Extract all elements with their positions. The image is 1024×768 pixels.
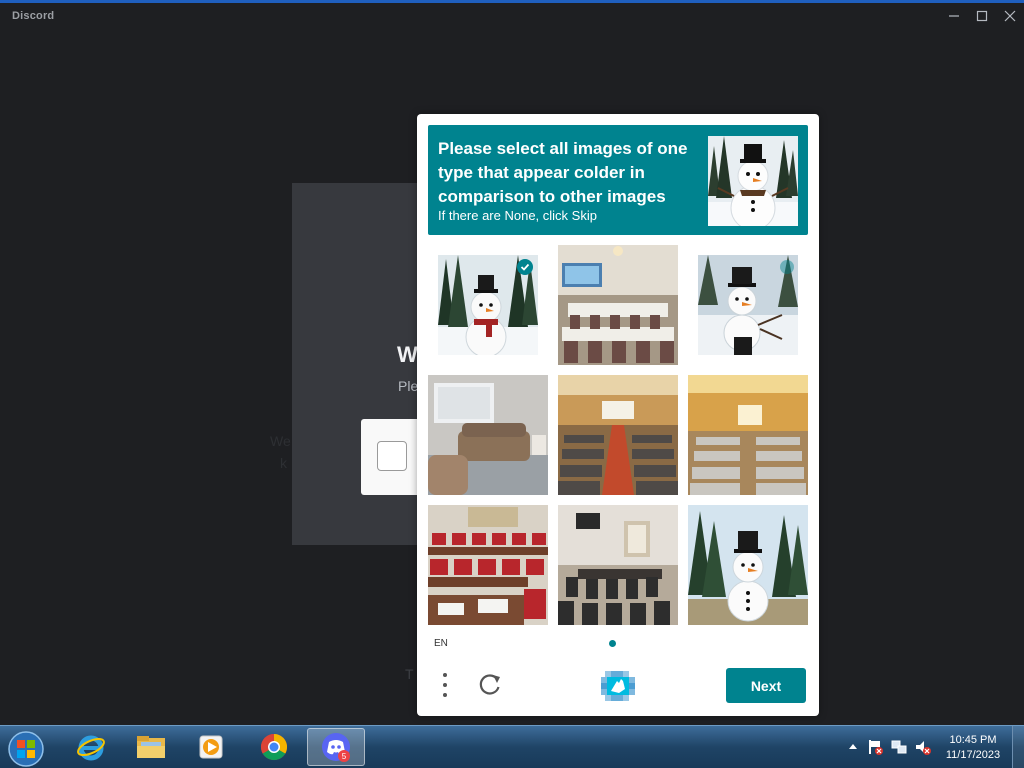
prompt-example-image [708, 136, 798, 226]
conference-hall-image [558, 375, 678, 495]
action-center-button[interactable] [866, 738, 884, 756]
login-ghost-text: We k [270, 433, 291, 471]
prompt-text: Please select all images of one type tha… [438, 139, 688, 206]
login-subtext: Ple [398, 378, 419, 394]
maximize-icon [976, 10, 988, 22]
taskbar-file-explorer[interactable] [122, 728, 180, 766]
footer-text: T [405, 666, 414, 682]
menu-dots-icon [443, 673, 447, 677]
image-tile-8[interactable] [558, 505, 678, 625]
network-icon [891, 740, 907, 754]
snowman-image [708, 136, 798, 226]
discord-badge: 5 [342, 752, 347, 761]
chrome-icon [260, 733, 288, 761]
network-button[interactable] [890, 738, 908, 756]
meeting-room-red-chairs-image [428, 505, 548, 625]
volume-muted-icon [916, 741, 931, 755]
title-bar: Discord [0, 3, 1024, 29]
captcha-widget[interactable] [361, 419, 423, 495]
auditorium-hall-image [688, 375, 808, 495]
taskbar-internet-explorer[interactable] [62, 728, 120, 766]
page-indicator-dot [609, 640, 616, 647]
app-title: Discord [12, 10, 55, 22]
minimize-icon [949, 15, 959, 17]
living-room-image [428, 375, 548, 495]
clock-time: 10:45 PM [949, 734, 997, 746]
start-button[interactable] [6, 729, 46, 768]
image-tile-3[interactable] [698, 255, 798, 355]
prompt-subtext: If there are None, click Skip [438, 208, 597, 223]
image-tile-2[interactable] [558, 245, 678, 365]
menu-button[interactable] [433, 670, 457, 700]
chevron-up-icon [849, 744, 857, 749]
selected-check-icon [517, 259, 533, 275]
taskbar-chrome[interactable] [245, 728, 303, 766]
login-heading: W [397, 342, 418, 367]
image-tile-5[interactable] [558, 375, 678, 495]
snowman-pine-forest-image [688, 505, 808, 625]
image-tile-6[interactable] [688, 375, 808, 495]
next-button[interactable]: Next [726, 668, 806, 703]
volume-button[interactable] [914, 738, 932, 756]
language-selector[interactable]: EN [434, 638, 448, 649]
captcha-challenge-dialog: Please select all images of one type tha… [417, 114, 819, 716]
image-tile-7[interactable] [428, 505, 548, 625]
refresh-button[interactable] [477, 672, 503, 698]
show-hidden-icons-button[interactable] [844, 738, 862, 756]
conference-room-image [558, 245, 678, 365]
file-explorer-icon [137, 736, 165, 758]
show-desktop-button[interactable] [1012, 726, 1024, 768]
image-tile-4[interactable] [428, 375, 548, 495]
image-tile-1[interactable] [438, 255, 538, 355]
maximize-button[interactable] [970, 6, 994, 26]
refresh-icon [479, 674, 500, 695]
discord-icon: 5 [322, 733, 350, 762]
image-tile-9[interactable] [688, 505, 808, 625]
captcha-checkbox[interactable] [377, 441, 407, 471]
challenge-prompt: Please select all images of one type tha… [428, 125, 808, 235]
media-player-icon [199, 735, 223, 759]
clock-date: 11/17/2023 [945, 749, 1001, 761]
hcaptcha-logo-icon[interactable] [601, 669, 635, 701]
windows-start-icon [8, 731, 44, 767]
hover-indicator [780, 260, 794, 274]
flag-alert-icon [869, 740, 883, 755]
taskbar-media-player[interactable] [182, 728, 240, 766]
system-clock[interactable]: 10:45 PM 11/17/2023 [940, 733, 1006, 763]
minimize-button[interactable] [942, 6, 966, 26]
taskbar: 5 10:45 PM 11/17/2023 [0, 725, 1024, 768]
empty-meeting-room-image [558, 505, 678, 625]
internet-explorer-icon [77, 735, 105, 761]
close-button[interactable] [998, 6, 1022, 26]
taskbar-discord[interactable]: 5 [307, 728, 365, 766]
close-icon [1004, 10, 1016, 22]
